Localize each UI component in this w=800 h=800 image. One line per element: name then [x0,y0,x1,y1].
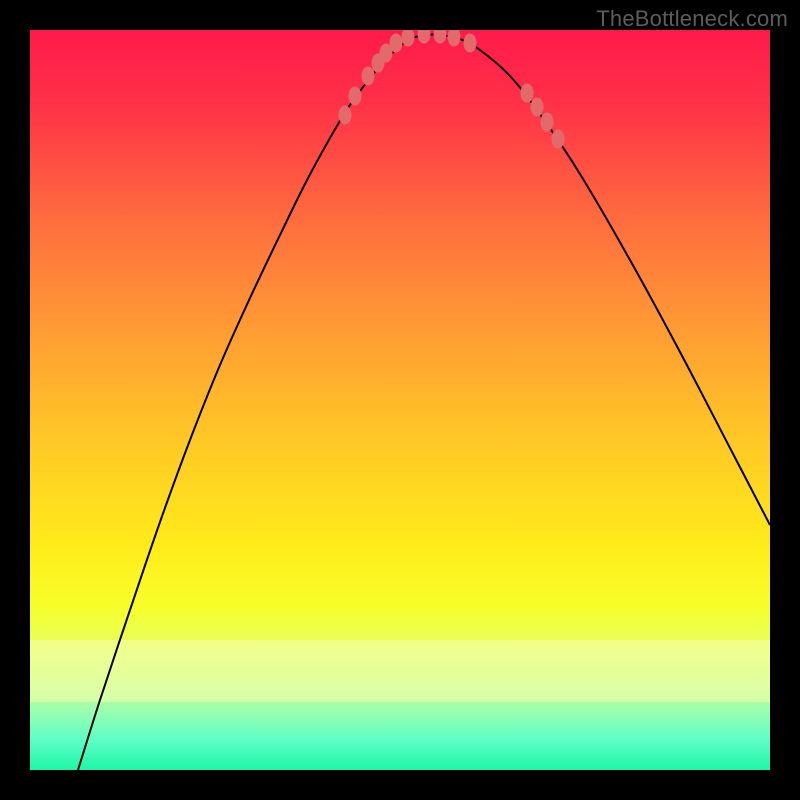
curve-dot [434,30,447,44]
curve-marker-dots [339,30,565,149]
watermark-text: TheBottleneck.com [596,6,788,32]
curve-dot [531,98,544,117]
curve-dot [418,30,431,44]
curve-dot [464,34,477,53]
curve-dot [552,130,565,149]
curve-dot [362,67,375,86]
chart-frame: TheBottleneck.com [0,0,800,800]
curve-dot [349,87,362,106]
curve-dot [521,84,534,103]
curve-dot [339,106,352,125]
curve-layer [30,30,770,770]
curve-dot [448,30,461,47]
curve-dot [390,34,403,53]
curve-dot [541,113,554,132]
bottleneck-curve [78,35,770,771]
plot-area [30,30,770,770]
